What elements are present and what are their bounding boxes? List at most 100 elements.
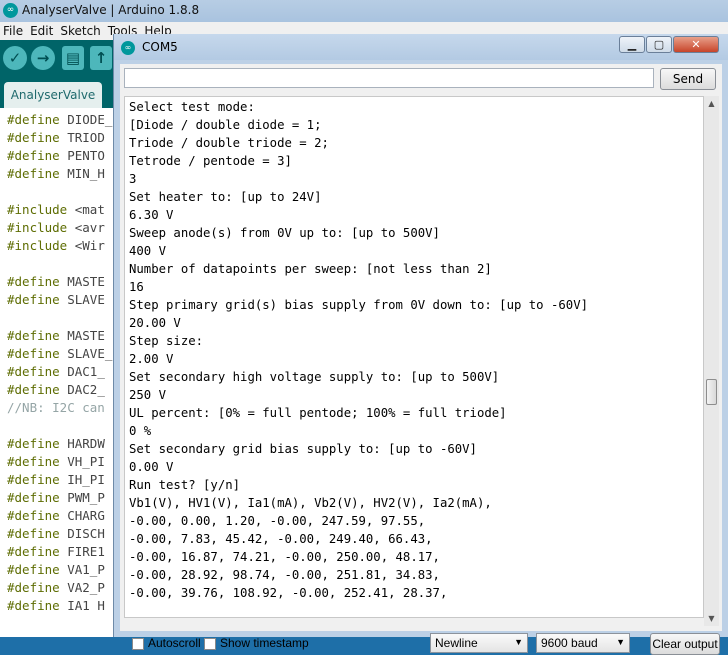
code-keyword: #define: [7, 580, 60, 595]
line-ending-select[interactable]: Newline ▼: [430, 633, 528, 653]
code-line: #define IA1 H: [7, 598, 105, 613]
code-text: DAC1_: [59, 364, 105, 379]
output-line: Step size:: [129, 334, 204, 348]
show-timestamp-label: Show timestamp: [220, 636, 309, 650]
output-line: Set secondary high voltage supply to: [u…: [129, 370, 500, 384]
show-timestamp-checkbox[interactable]: [204, 638, 216, 650]
code-text: FIRE1: [59, 544, 105, 559]
output-line: -0.00, 28.92, 98.74, -0.00, 251.81, 34.8…: [129, 568, 440, 582]
output-scrollbar[interactable]: ▲ ▼: [704, 96, 719, 626]
ide-window-title: AnalyserValve | Arduino 1.8.8: [22, 3, 200, 17]
serial-output[interactable]: Select test mode: [Diode / double diode =…: [124, 96, 704, 618]
code-text: SLAVE_: [59, 346, 113, 361]
code-text: VA2_P: [59, 580, 105, 595]
tab-analyservalve[interactable]: AnalyserValve: [4, 82, 102, 108]
code-keyword: #define: [7, 526, 60, 541]
code-text: HARDW: [59, 436, 105, 451]
code-keyword: #define: [7, 112, 60, 127]
code-line: #define PWM_P: [7, 490, 105, 505]
minimize-icon[interactable]: ▁: [619, 36, 645, 53]
code-keyword: #define: [7, 382, 60, 397]
code-keyword: #define: [7, 562, 60, 577]
output-line: Triode / double triode = 2;: [129, 136, 329, 150]
scroll-thumb[interactable]: [706, 379, 717, 405]
output-line: Vb1(V), HV1(V), Ia1(mA), Vb2(V), HV2(V),…: [129, 496, 492, 510]
output-line: 16: [129, 280, 144, 294]
output-line: -0.00, 39.76, 108.92, -0.00, 252.41, 28.…: [129, 586, 448, 600]
ide-titlebar[interactable]: ∞ AnalyserValve | Arduino 1.8.8: [0, 0, 728, 22]
code-text: MASTE: [59, 328, 105, 343]
menu-file[interactable]: File: [0, 22, 27, 38]
code-line: #include <Wir: [7, 238, 105, 253]
code-text: PWM_P: [59, 490, 105, 505]
output-line: -0.00, 7.83, 45.42, -0.00, 249.40, 66.43…: [129, 532, 433, 546]
baud-rate-value: 9600 baud: [541, 636, 598, 650]
output-line: Tetrode / pentode = 3]: [129, 154, 292, 168]
scroll-down-icon[interactable]: ▼: [704, 611, 719, 626]
autoscroll-checkbox[interactable]: [132, 638, 144, 650]
serial-client-area: Send Select test mode: [Diode / double di…: [120, 64, 722, 655]
arduino-icon: ∞: [121, 41, 135, 55]
code-text: <mat: [67, 202, 105, 217]
output-line: 3: [129, 172, 137, 186]
code-line: #define SLAVE: [7, 292, 105, 307]
serial-monitor-window: ∞ COM5 ▁ ▢ ✕ Send Select test mode: [Diod…: [113, 34, 728, 655]
menu-sketch[interactable]: Sketch: [57, 22, 104, 38]
code-text: PENTO: [59, 148, 105, 163]
serial-window-title: COM5: [142, 40, 178, 54]
upload-icon[interactable]: →: [31, 46, 55, 70]
code-keyword: #define: [7, 436, 60, 451]
code-line: #define VA2_P: [7, 580, 105, 595]
code-text: VH_PI: [59, 454, 105, 469]
maximize-icon[interactable]: ▢: [646, 36, 672, 53]
output-line: [Diode / double diode = 1;: [129, 118, 322, 132]
output-line: 0.00 V: [129, 460, 174, 474]
code-line: #define MASTE: [7, 328, 105, 343]
code-text: CHARG: [59, 508, 105, 523]
autoscroll-label: Autoscroll: [148, 636, 201, 650]
scroll-up-icon[interactable]: ▲: [704, 96, 719, 111]
code-text: MASTE: [59, 274, 105, 289]
output-line: 20.00 V: [129, 316, 181, 330]
code-text: DIODE_: [59, 112, 113, 127]
clear-output-button[interactable]: Clear output: [650, 633, 720, 655]
code-line: #define VH_PI: [7, 454, 105, 469]
code-line: #define TRIOD: [7, 130, 105, 145]
code-line: #define CHARG: [7, 508, 105, 523]
code-keyword: #define: [7, 598, 60, 613]
close-icon[interactable]: ✕: [673, 36, 719, 53]
code-keyword: #define: [7, 346, 60, 361]
code-keyword: #define: [7, 490, 60, 505]
output-line: -0.00, 16.87, 74.21, -0.00, 250.00, 48.1…: [129, 550, 440, 564]
chevron-down-icon: ▼: [616, 637, 625, 647]
code-text: MIN_H: [59, 166, 105, 181]
code-line: #define HARDW: [7, 436, 105, 451]
arduino-icon: ∞: [3, 3, 18, 18]
open-icon[interactable]: ↑: [90, 46, 112, 70]
output-line: Step primary grid(s) bias supply from 0V…: [129, 298, 589, 312]
baud-rate-select[interactable]: 9600 baud ▼: [536, 633, 630, 653]
code-keyword: #define: [7, 544, 60, 559]
code-line: #define DAC1_: [7, 364, 105, 379]
code-keyword: #define: [7, 364, 60, 379]
code-line: #include <mat: [7, 202, 105, 217]
send-input[interactable]: [124, 68, 654, 88]
code-keyword: #define: [7, 166, 60, 181]
code-text: <Wir: [67, 238, 105, 253]
code-keyword: #define: [7, 472, 60, 487]
code-line: #define SLAVE_: [7, 346, 112, 361]
code-line: #define DISCH: [7, 526, 105, 541]
code-keyword: #define: [7, 328, 60, 343]
code-text: DAC2_: [59, 382, 105, 397]
code-line: #define VA1_P: [7, 562, 105, 577]
serial-titlebar[interactable]: ∞ COM5 ▁ ▢ ✕: [114, 34, 728, 60]
code-keyword: #define: [7, 454, 60, 469]
code-text: SLAVE: [59, 292, 105, 307]
send-button[interactable]: Send: [660, 68, 716, 90]
code-text: VA1_P: [59, 562, 105, 577]
code-line: #define MASTE: [7, 274, 105, 289]
new-icon[interactable]: ▤: [62, 46, 84, 70]
verify-icon[interactable]: ✓: [3, 46, 27, 70]
menu-edit[interactable]: Edit: [27, 22, 57, 38]
output-line: 2.00 V: [129, 352, 174, 366]
